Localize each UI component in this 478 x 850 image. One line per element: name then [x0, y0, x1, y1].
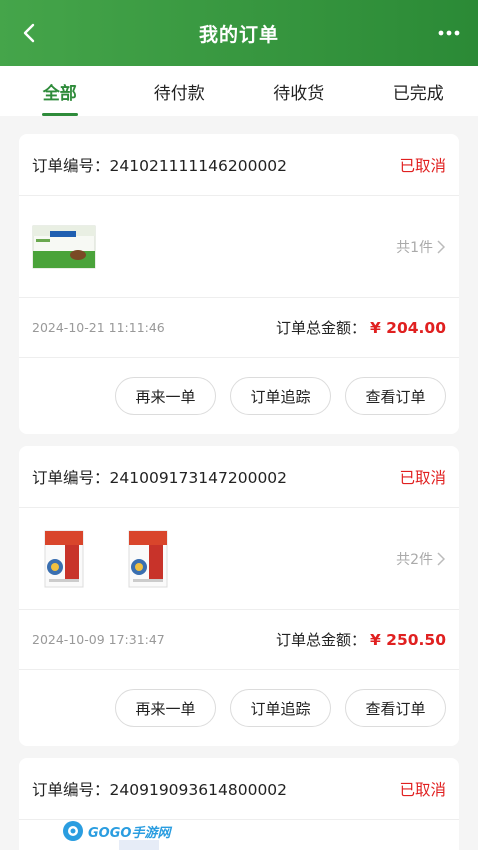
order-header: 订单编号：241021111146200002 已取消 — [19, 134, 459, 196]
product-image — [116, 529, 180, 589]
order-card[interactable]: 订单编号：241009173147200002 已取消 共2件 2024-10-… — [19, 446, 459, 746]
product-image — [32, 217, 96, 277]
watermark: GOGO手游网 — [62, 818, 170, 844]
app-header: 我的订单 — [0, 0, 478, 66]
track-order-button[interactable]: 订单追踪 — [230, 689, 331, 727]
tab-all[interactable]: 全部 — [0, 66, 120, 116]
order-date: 2024-10-09 17:31:47 — [32, 632, 165, 647]
product-image — [32, 529, 96, 589]
chevron-right-icon — [437, 551, 445, 566]
back-button[interactable] — [14, 18, 44, 48]
tab-pending-receipt[interactable]: 待收货 — [239, 66, 359, 116]
order-actions: 再来一单 订单追踪 查看订单 — [19, 670, 459, 746]
order-date: 2024-10-21 11:11:46 — [32, 320, 165, 335]
order-status: 已取消 — [399, 780, 446, 799]
goods-count: 共1件 — [396, 237, 445, 257]
order-actions: 再来一单 订单追踪 查看订单 — [19, 358, 459, 434]
order-total: 订单总金额： ¥ 204.00 — [276, 317, 446, 338]
goods-row[interactable]: 共2件 — [19, 508, 459, 610]
reorder-button[interactable]: 再来一单 — [115, 689, 216, 727]
order-status: 已取消 — [399, 156, 446, 175]
tab-pending-payment[interactable]: 待付款 — [120, 66, 240, 116]
order-tabs: 全部 待付款 待收货 已完成 — [0, 66, 478, 116]
view-order-button[interactable]: 查看订单 — [345, 377, 446, 415]
order-summary: 2024-10-09 17:31:47 订单总金额： ¥ 250.50 — [19, 610, 459, 670]
order-number: 订单编号：240919093614800002 — [32, 780, 288, 799]
total-label: 订单总金额： — [275, 631, 366, 649]
order-total: 订单总金额： ¥ 250.50 — [276, 629, 446, 650]
order-summary: 2024-10-21 11:11:46 订单总金额： ¥ 204.00 — [19, 298, 459, 358]
order-card[interactable]: 订单编号：241021111146200002 已取消 共1件 2024-10-… — [19, 134, 459, 434]
page-title: 我的订单 — [198, 23, 279, 46]
order-status: 已取消 — [399, 468, 446, 487]
watermark-text: GOGO手游网 — [88, 825, 171, 841]
total-amount: ¥ 204.00 — [370, 318, 446, 337]
watermark-logo-icon — [63, 821, 83, 841]
goods-row[interactable]: 共1件 — [19, 196, 459, 298]
track-order-button[interactable]: 订单追踪 — [230, 377, 331, 415]
total-amount: ¥ 250.50 — [370, 630, 446, 649]
tab-completed[interactable]: 已完成 — [359, 66, 478, 116]
view-order-button[interactable]: 查看订单 — [345, 689, 446, 727]
order-header: 订单编号：240919093614800002 已取消 — [19, 758, 459, 820]
chevron-left-icon — [23, 23, 35, 43]
order-number: 订单编号：241009173147200002 — [32, 468, 288, 487]
more-button[interactable] — [434, 18, 464, 48]
reorder-button[interactable]: 再来一单 — [115, 377, 216, 415]
total-label: 订单总金额： — [275, 319, 366, 337]
order-number: 订单编号：241021111146200002 — [32, 156, 288, 175]
goods-count: 共2件 — [396, 549, 445, 569]
order-header: 订单编号：241009173147200002 已取消 — [19, 446, 459, 508]
more-dots-icon — [438, 30, 460, 36]
chevron-right-icon — [437, 239, 445, 254]
